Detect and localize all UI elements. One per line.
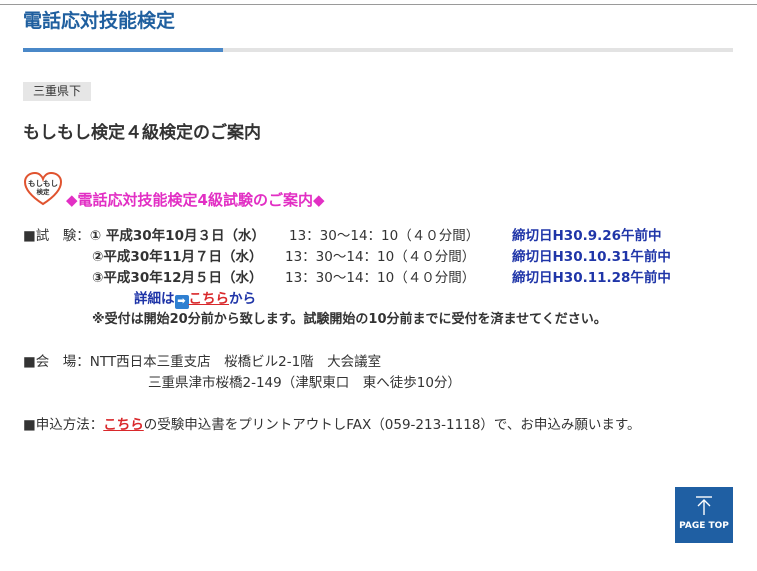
title-underline: [23, 48, 733, 52]
logo-text-2: 検定: [37, 187, 51, 196]
exam-label: ■試 験：: [23, 228, 90, 244]
title-underline-accent: [23, 48, 223, 52]
arrow-up-icon: [696, 496, 712, 515]
detail-link[interactable]: こちら: [189, 291, 230, 307]
exam-row-1: ■試 験：① 平成30年10月３日（水）: [23, 226, 265, 246]
exam-time-1: 13：30～14：10（４０分間）: [289, 228, 480, 244]
apply-label: ■申込方法：: [23, 417, 104, 433]
exam-deadline-3: 締切日H30.11.28午前中: [512, 270, 671, 286]
arrow-right-icon: ➡: [174, 295, 189, 309]
exam-note: ※受付は開始20分前から致します。試験開始の10分前までに受付を済ませてください…: [92, 312, 607, 327]
apply-text: の受験申込書をプリントアウトしFAX（059-213-1118）で、お申込み願い…: [143, 417, 641, 433]
exam-time-3: 13：30～14：10（４０分間）: [285, 270, 476, 286]
apply-row: ■申込方法：こちらの受験申込書をプリントアウトしFAX（059-213-1118…: [23, 415, 641, 435]
section-heading: ◆電話応対技能検定4級試験のご案内◆: [66, 191, 325, 209]
region-badge: 三重県下: [23, 82, 92, 101]
detail-prefix: 詳細は: [134, 291, 175, 307]
venue-address: 三重県津市桜橋2-149（津駅東口 東へ徒歩10分）: [148, 375, 461, 391]
venue-name: NTT西日本三重支店 桜橋ビル2-1階 大会議室: [89, 354, 382, 370]
exam-date-2: ②平成30年11月７日（水）: [92, 249, 263, 265]
exam-deadline-1: 締切日H30.9.26午前中: [512, 228, 662, 244]
exam-date-1: ① 平成30年10月３日（水）: [89, 228, 265, 244]
detail-suffix: から: [229, 291, 256, 307]
exam-time-2: 13：30～14：10（４０分間）: [285, 249, 476, 265]
venue-label: ■会 場：: [23, 354, 90, 370]
exam-deadline-2: 締切日H30.10.31午前中: [512, 249, 671, 265]
apply-link[interactable]: こちら: [103, 417, 144, 433]
top-border: [0, 4, 757, 5]
moshimoshi-kentei-logo: もしもし 検定: [23, 171, 63, 207]
page-top-button[interactable]: PAGE TOP: [675, 487, 733, 543]
exam-detail-line: 詳細は ➡ こちらから: [134, 289, 256, 309]
logo-text-1: もしもし: [28, 179, 58, 188]
page-top-label: PAGE TOP: [679, 521, 729, 531]
sub-title: もしもし検定４級検定のご案内: [23, 123, 261, 143]
exam-date-3: ③平成30年12月５日（水）: [92, 270, 263, 286]
venue-row: ■会 場：NTT西日本三重支店 桜橋ビル2-1階 大会議室: [23, 352, 381, 372]
page-title: 電話応対技能検定: [23, 10, 176, 32]
